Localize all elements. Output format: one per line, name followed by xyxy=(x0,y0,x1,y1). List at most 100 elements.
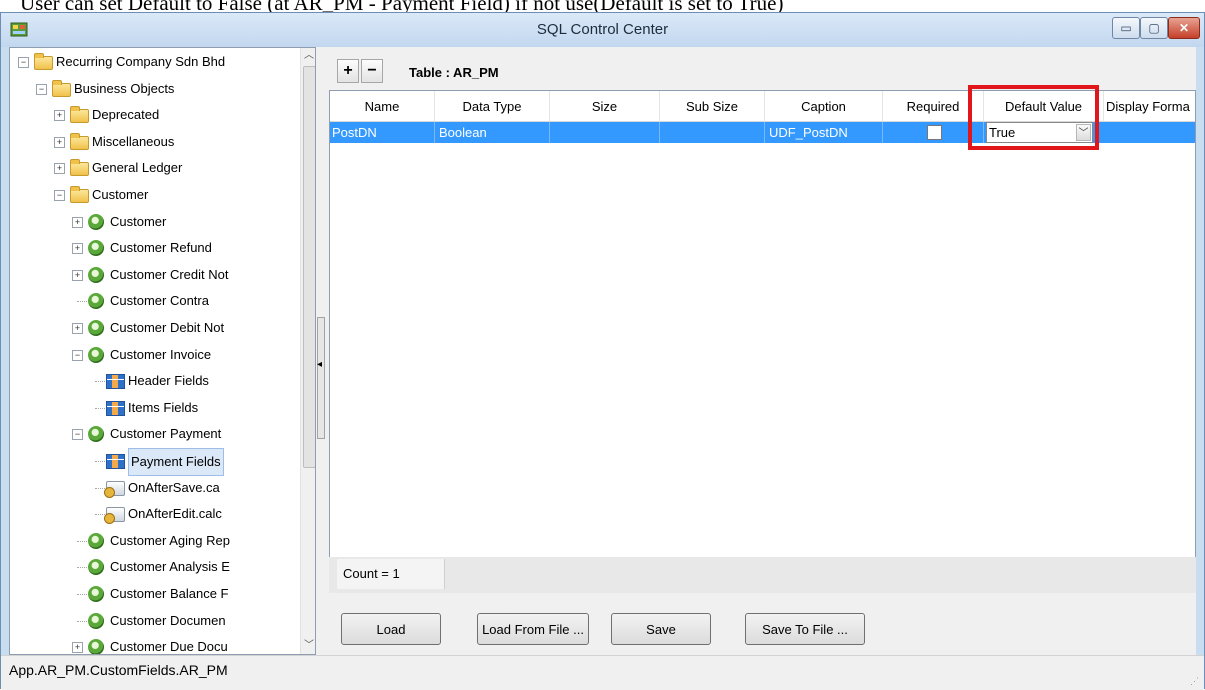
tree-item-label: Customer Analysis E xyxy=(110,559,230,575)
close-button[interactable]: ✕ xyxy=(1168,17,1200,39)
column-header-sub-size[interactable]: Sub Size xyxy=(660,91,765,122)
tree-item-label: Recurring Company Sdn Bhd xyxy=(56,54,226,69)
scroll-thumb[interactable] xyxy=(303,66,315,468)
fields-grid[interactable]: Name Data Type Size Sub Size Caption Req… xyxy=(329,90,1196,593)
tree-item-label: Deprecated xyxy=(92,107,160,123)
tree-item[interactable]: + General Ledger xyxy=(10,155,300,181)
title-bar[interactable]: SQL Control Center ▭ ▢ ✕ xyxy=(1,13,1204,47)
tree-item[interactable]: Items Fields xyxy=(10,395,300,421)
grid-footer xyxy=(329,557,1196,593)
expand-icon[interactable]: + xyxy=(72,642,83,654)
expand-icon[interactable]: + xyxy=(54,163,65,175)
collapse-arrow-icon[interactable]: ◂ xyxy=(317,359,322,370)
tree-item[interactable]: + Customer Due Docu xyxy=(10,634,300,654)
tree-item[interactable]: Header Fields xyxy=(10,368,300,394)
cell-data-type[interactable]: Boolean xyxy=(435,122,550,143)
collapse-icon[interactable]: − xyxy=(72,349,83,361)
row-count-label: Count = 1 xyxy=(337,559,445,589)
column-header-data-type[interactable]: Data Type xyxy=(435,91,550,122)
tree-item-label: Customer Aging Rep xyxy=(110,532,230,548)
tree-item-label: Business Objects xyxy=(74,80,175,96)
tree-item-label: Customer Invoice xyxy=(110,346,212,362)
save-button[interactable]: Save xyxy=(611,613,711,645)
collapse-icon[interactable]: − xyxy=(36,83,47,95)
table-fields-icon xyxy=(106,454,125,469)
business-object-icon xyxy=(88,266,104,283)
expand-icon[interactable]: + xyxy=(72,216,83,228)
status-bar: App.AR_PM.CustomFields.AR_PM ⋰ xyxy=(1,655,1204,690)
minimize-button[interactable]: ▭ xyxy=(1112,17,1140,39)
business-object-icon xyxy=(88,586,104,602)
add-field-button[interactable]: + xyxy=(337,59,359,83)
table-name-label: Table : AR_PM xyxy=(409,65,499,80)
tree-item[interactable]: − Customer xyxy=(10,182,300,208)
script-icon xyxy=(104,480,125,498)
tree-item[interactable]: − Customer Payment xyxy=(10,421,300,447)
business-object-icon xyxy=(88,532,104,549)
column-header-size[interactable]: Size xyxy=(550,91,660,122)
tree-item[interactable]: OnAfterSave.ca xyxy=(10,475,300,501)
scroll-down-arrow-icon[interactable]: ﹀ xyxy=(301,638,315,654)
tree-item[interactable]: Customer Analysis E xyxy=(10,554,300,580)
tree-item[interactable]: + Customer xyxy=(10,209,300,235)
window-title: SQL Control Center xyxy=(536,21,669,38)
tree-item[interactable]: Payment Fields xyxy=(10,448,300,476)
tree-item[interactable]: − Business Objects xyxy=(10,76,300,102)
column-header-name[interactable]: Name xyxy=(330,91,435,122)
tree-item[interactable]: + Miscellaneous xyxy=(10,129,300,155)
load-button[interactable]: Load xyxy=(341,613,441,645)
panel-splitter[interactable]: ◂ xyxy=(316,47,328,655)
tree-item-label: Items Fields xyxy=(128,399,199,415)
cell-display-format[interactable] xyxy=(1104,122,1195,143)
annotation-highlight-box xyxy=(968,85,1099,150)
collapse-icon[interactable]: − xyxy=(18,57,29,68)
expand-icon[interactable]: + xyxy=(54,136,65,148)
table-fields-icon xyxy=(106,400,125,416)
folder-icon xyxy=(52,79,71,97)
column-header-display-format[interactable]: Display Forma xyxy=(1104,91,1195,122)
expand-icon[interactable]: + xyxy=(72,323,83,334)
tree-item-label: Customer Credit Not xyxy=(110,266,229,282)
remove-field-button[interactable]: − xyxy=(361,59,383,83)
collapse-icon[interactable]: − xyxy=(54,190,65,201)
tree-item[interactable]: + Customer Debit Not xyxy=(10,315,300,341)
tree-item[interactable]: + Deprecated xyxy=(10,102,300,128)
scroll-up-arrow-icon[interactable]: ︿ xyxy=(301,48,315,64)
tree-item[interactable]: Customer Aging Rep xyxy=(10,528,300,554)
tree-item[interactable]: Customer Balance F xyxy=(10,581,300,607)
column-header-caption[interactable]: Caption xyxy=(765,91,883,122)
resize-grip-icon[interactable]: ⋰ xyxy=(1190,676,1200,686)
script-icon xyxy=(104,507,125,525)
tree-item[interactable]: Customer Contra xyxy=(10,288,300,314)
cell-name[interactable]: PostDN xyxy=(330,122,435,143)
expand-icon[interactable]: + xyxy=(72,243,83,255)
tree-item-label: Customer Refund xyxy=(110,240,212,256)
tree-item-label: Customer Contra xyxy=(110,293,209,309)
object-tree[interactable]: − Recurring Company Sdn Bhd − Business Obje… xyxy=(9,47,316,655)
tree-item[interactable]: OnAfterEdit.calc xyxy=(10,501,300,527)
tree-item[interactable]: + Customer Credit Not xyxy=(10,262,300,288)
splitter-grip[interactable] xyxy=(317,317,325,439)
load-from-file-button[interactable]: Load From File ... xyxy=(477,613,589,645)
tree-item[interactable]: Customer Documen xyxy=(10,608,300,634)
tree-item-label: Customer Debit Not xyxy=(110,320,225,335)
business-object-icon xyxy=(88,426,104,443)
required-checkbox[interactable] xyxy=(927,125,942,140)
expand-icon[interactable]: + xyxy=(72,269,83,281)
cell-sub-size[interactable] xyxy=(660,122,765,143)
collapse-icon[interactable]: − xyxy=(72,429,83,441)
tree-item[interactable]: − Recurring Company Sdn Bhd xyxy=(10,49,300,75)
maximize-button[interactable]: ▢ xyxy=(1140,17,1168,39)
tree-item[interactable]: + Customer Refund xyxy=(10,235,300,261)
tree-scrollbar[interactable]: ︿ ﹀ xyxy=(300,48,315,654)
business-object-icon xyxy=(88,612,104,629)
tree-item[interactable]: − Customer Invoice xyxy=(10,342,300,368)
tree-item-label: Customer xyxy=(110,213,167,229)
folder-icon xyxy=(70,159,89,177)
folder-icon xyxy=(70,132,89,150)
expand-icon[interactable]: + xyxy=(54,110,65,122)
cell-caption[interactable]: UDF_PostDN xyxy=(765,122,883,143)
business-object-icon xyxy=(88,639,104,654)
save-to-file-button[interactable]: Save To File ... xyxy=(745,613,865,645)
cell-size[interactable] xyxy=(550,122,660,143)
